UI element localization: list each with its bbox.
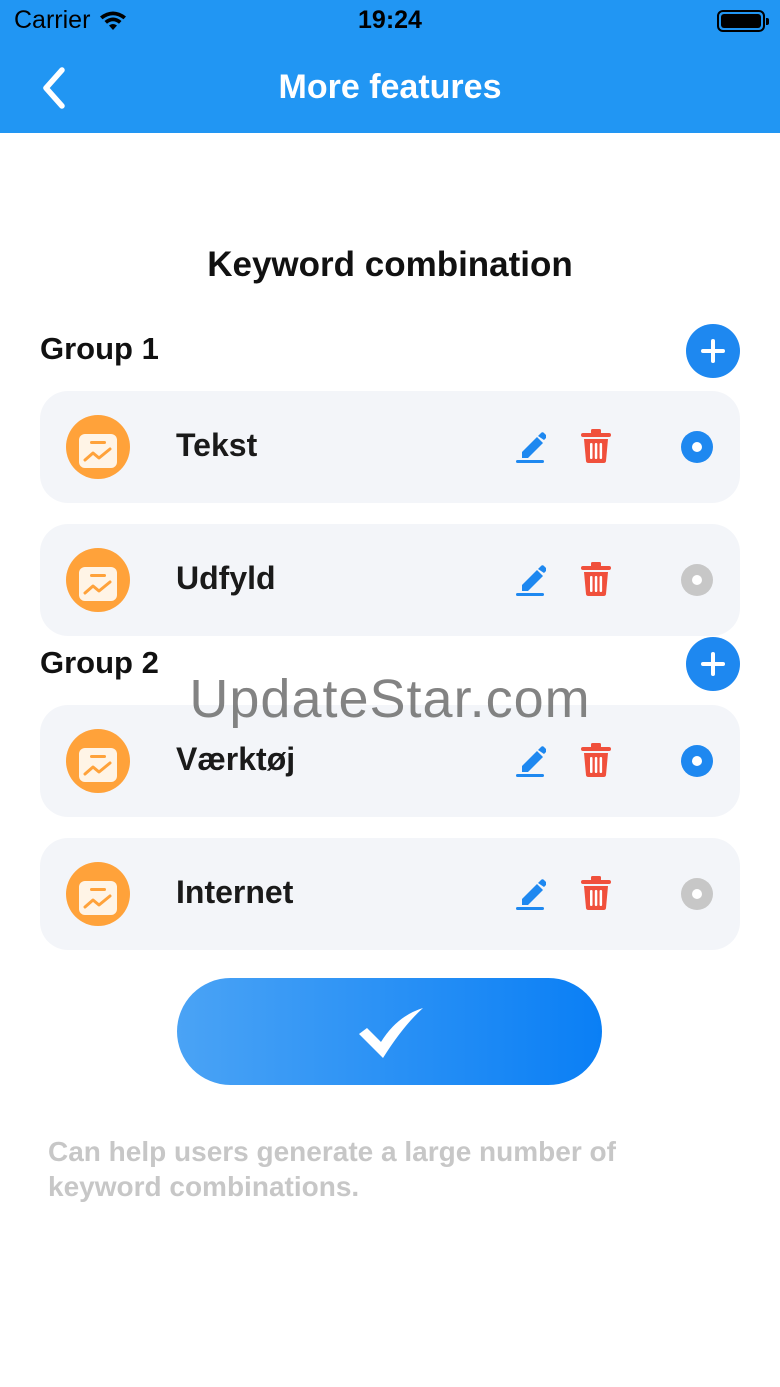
keyword-card-internet: Internet (40, 838, 740, 950)
pencil-icon (516, 432, 547, 463)
edit-button[interactable] (514, 428, 547, 464)
trash-icon (581, 429, 611, 463)
message-chart-icon (66, 862, 130, 926)
group-1-label: Group 1 (40, 331, 159, 366)
keyword-label: Internet (176, 874, 294, 910)
select-radio[interactable] (681, 745, 713, 777)
trash-icon (581, 876, 611, 910)
select-radio[interactable] (681, 878, 713, 910)
keyword-card-vaerktoej: Værktøj (40, 705, 740, 817)
delete-button[interactable] (580, 561, 612, 597)
nav-header: Carrier 19:24 More features (0, 0, 780, 133)
select-radio[interactable] (681, 431, 713, 463)
pencil-icon (516, 565, 547, 596)
keyword-label: Værktøj (176, 741, 296, 777)
battery-icon (717, 10, 769, 32)
delete-button[interactable] (580, 742, 612, 778)
page-title: More features (278, 68, 502, 106)
edit-button[interactable] (514, 742, 547, 778)
trash-icon (581, 562, 611, 596)
delete-button[interactable] (580, 875, 612, 911)
delete-button[interactable] (580, 428, 612, 464)
checkmark-icon (359, 1008, 423, 1058)
add-to-group-2-button[interactable] (686, 637, 740, 691)
message-chart-icon (66, 729, 130, 793)
edit-button[interactable] (514, 561, 547, 597)
message-chart-icon (66, 548, 130, 612)
status-bar: Carrier 19:24 (0, 0, 780, 44)
group-2-label: Group 2 (40, 645, 159, 680)
pencil-icon (516, 879, 547, 910)
message-chart-icon (66, 415, 130, 479)
edit-button[interactable] (514, 875, 547, 911)
select-radio[interactable] (681, 564, 713, 596)
add-to-group-1-button[interactable] (686, 324, 740, 378)
keyword-card-tekst: Tekst (40, 391, 740, 503)
keyword-label: Udfyld (176, 560, 276, 596)
keyword-label: Tekst (176, 427, 258, 463)
feature-description: Can help users generate a large number o… (48, 1136, 616, 1202)
trash-icon (581, 743, 611, 777)
status-time: 19:24 (358, 6, 422, 34)
confirm-button[interactable] (177, 978, 602, 1085)
keyword-card-udfyld: Udfyld (40, 524, 740, 636)
section-title: Keyword combination (207, 245, 573, 284)
pencil-icon (516, 746, 547, 777)
